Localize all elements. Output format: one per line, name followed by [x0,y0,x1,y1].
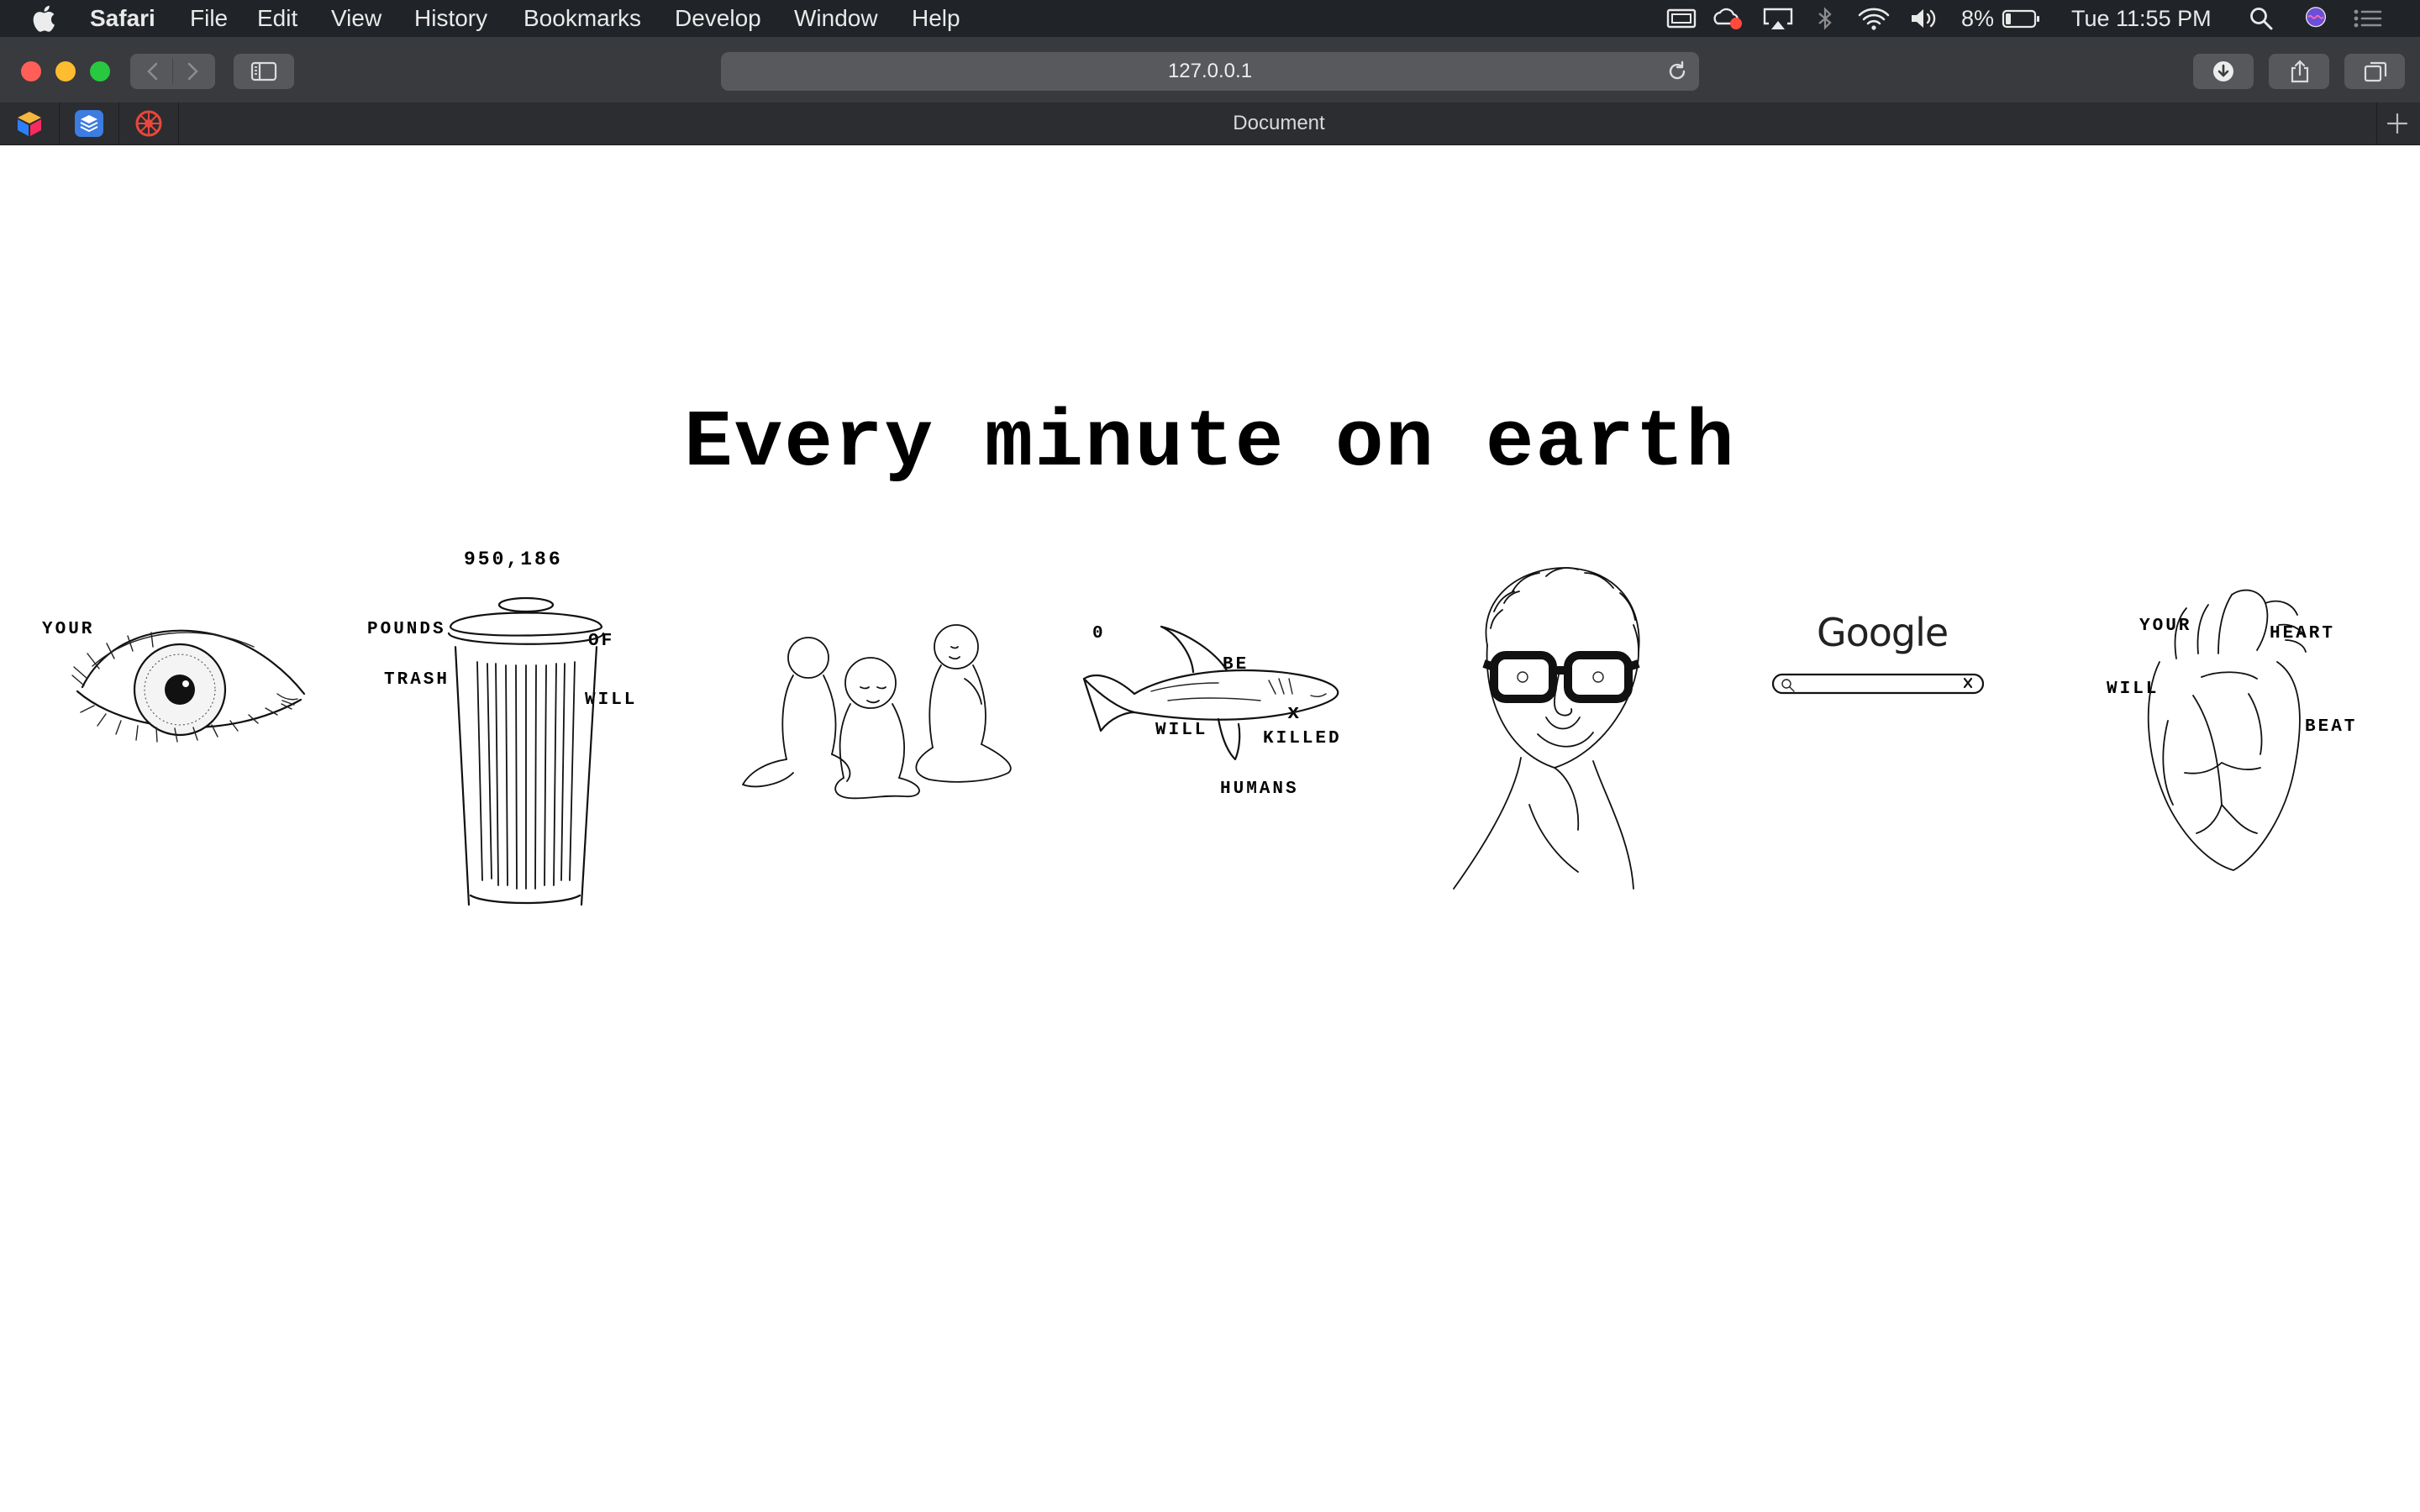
menu-view[interactable]: View [331,0,381,37]
tab-bar: Document [0,102,2420,145]
google-search-drawing [1771,673,1985,695]
bluetooth-icon[interactable] [1815,7,1835,30]
wifi-icon[interactable] [1857,7,1891,30]
back-forward-group [130,54,215,89]
back-button-icon[interactable] [144,61,162,81]
menu-file[interactable]: File [190,0,228,37]
eye-drawing [71,629,306,743]
browser-toolbar: 127.0.0.1 [0,37,2420,103]
heart-drawing [2147,589,2307,871]
notification-center-icon[interactable] [2353,7,2383,30]
trash-illustration: 950,186 POUNDS OF TRASH WILL [361,549,672,906]
pinned-tab-2[interactable] [60,102,119,144]
pinned-site-2-icon [75,110,103,137]
pinned-tab-3[interactable] [119,102,179,144]
menu-window[interactable]: Window [794,0,878,37]
menu-edit[interactable]: Edit [257,0,297,37]
battery-percent: 8% [1961,6,1995,31]
creative-cloud-icon[interactable] [1711,7,1746,30]
battery-icon[interactable] [2002,7,2040,30]
pinned-tab-1[interactable] [0,102,60,144]
download-icon [2213,61,2233,81]
volume-icon[interactable] [1909,7,1941,30]
web-page: Every minute on earth YOUR 950,186 POUND… [0,145,2420,1512]
menu-bar: Safari File Edit View History Bookmarks … [0,0,2420,37]
share-icon [2291,60,2309,83]
menu-bookmarks[interactable]: Bookmarks [523,0,641,37]
shark-illustration: 0 BE WILL KILLED HUMANS x [1067,553,1403,901]
window-close-button[interactable] [21,61,41,81]
sidebar-icon [250,61,277,81]
downloads-button[interactable] [2193,54,2254,89]
airplay-icon[interactable] [1761,7,1795,30]
address-bar-url: 127.0.0.1 [1167,60,1253,82]
babies-drawing [742,624,1012,800]
tab-overview-icon [2364,61,2387,82]
pinned-site-1-icon [18,112,41,136]
menu-app-safari[interactable]: Safari [90,0,155,37]
spotlight-search-icon[interactable] [2249,7,2274,30]
clock[interactable]: Tue 11:55 PM [2071,0,2212,37]
display-mirroring-icon[interactable] [1665,7,1697,30]
page-headline: Every minute on earth [684,397,1736,489]
apple-menu-icon[interactable] [32,3,60,34]
tab-overview-button[interactable] [2344,54,2405,89]
address-bar[interactable]: 127.0.0.1 [721,52,1699,91]
menu-help[interactable]: Help [912,0,960,37]
shark-drawing [1082,625,1339,761]
forward-button-icon[interactable] [183,61,202,81]
babies-illustration [706,553,1042,901]
window-minimize-button[interactable] [55,61,76,81]
menu-history[interactable]: History [414,0,487,37]
google-illustration: Google [1739,553,2059,901]
sidebar-toggle-button[interactable] [234,54,294,89]
tab-document[interactable]: Document [182,102,2377,144]
new-tab-icon[interactable] [2385,111,2410,136]
heart-illustration: YOUR HEART WILL BEAT [2092,553,2412,901]
eye-illustration: YOUR [34,553,319,901]
window-zoom-button[interactable] [90,61,110,81]
menu-develop[interactable]: Develop [675,0,761,37]
tab-title: Document [1233,112,1325,134]
portrait-illustration [1428,553,1697,901]
reload-icon[interactable] [1665,60,1689,83]
pinned-site-3-icon [135,110,162,137]
portrait-drawing [1453,567,1640,890]
share-button[interactable] [2269,54,2329,89]
siri-icon[interactable] [2302,7,2329,30]
trash-can-drawing [447,596,605,906]
